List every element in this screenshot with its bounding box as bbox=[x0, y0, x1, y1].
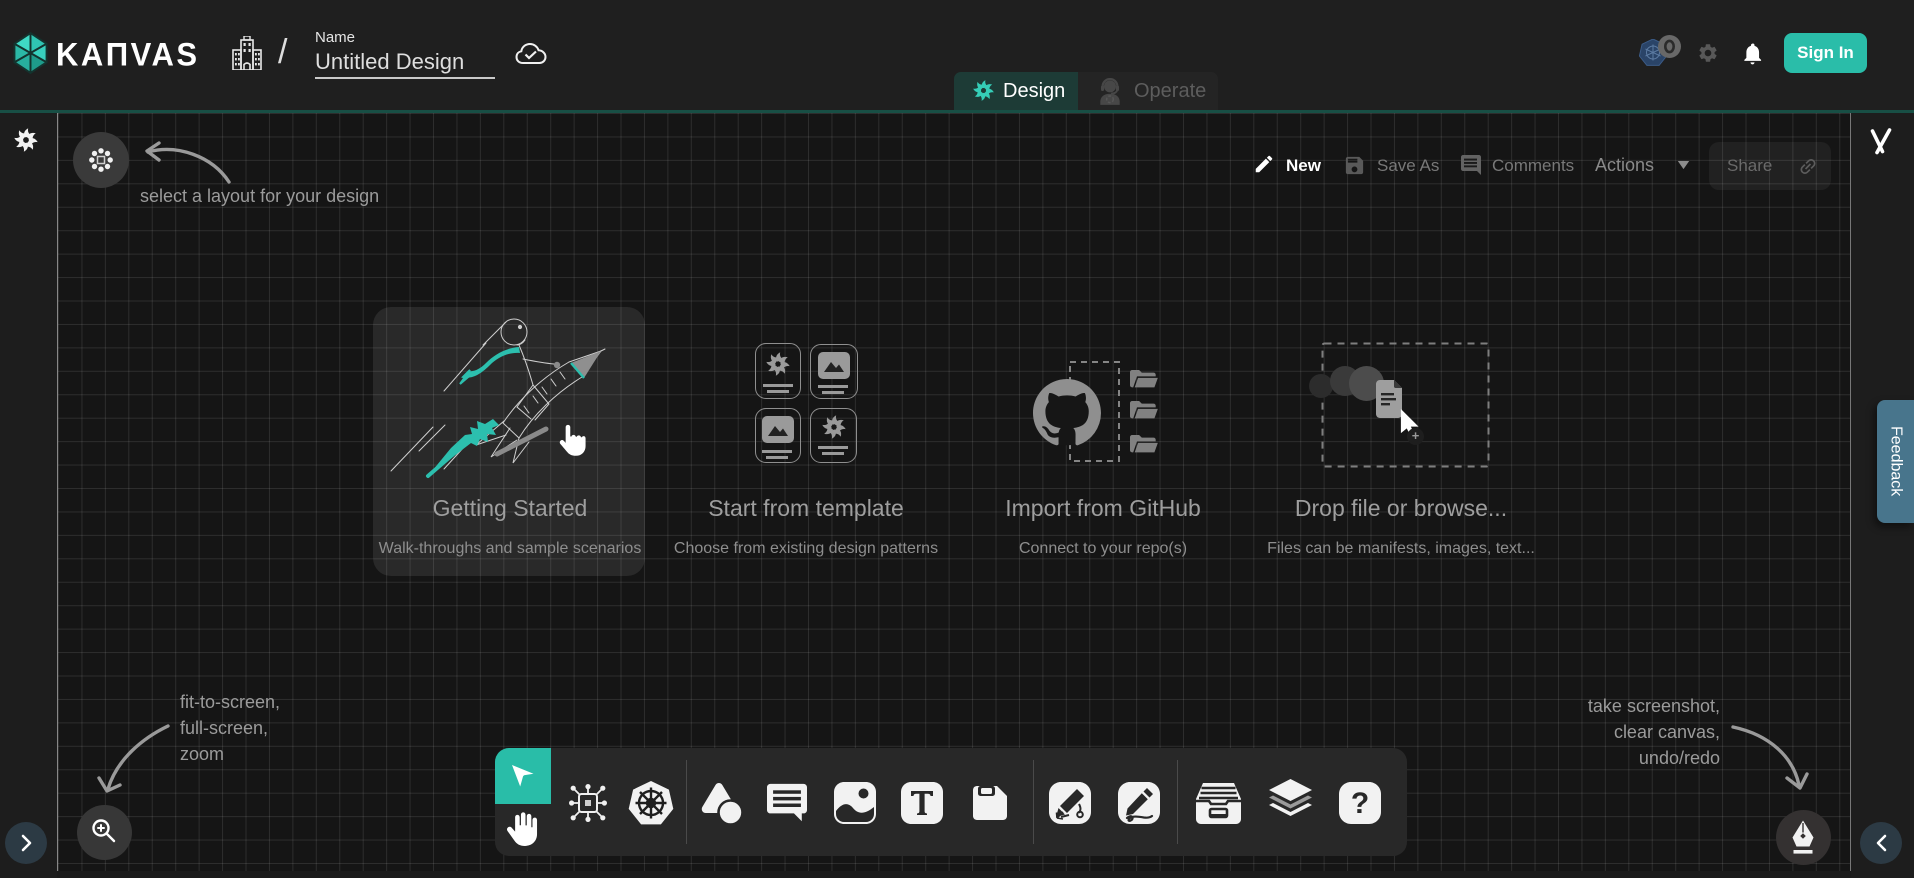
svg-text:?: ? bbox=[1351, 787, 1369, 820]
